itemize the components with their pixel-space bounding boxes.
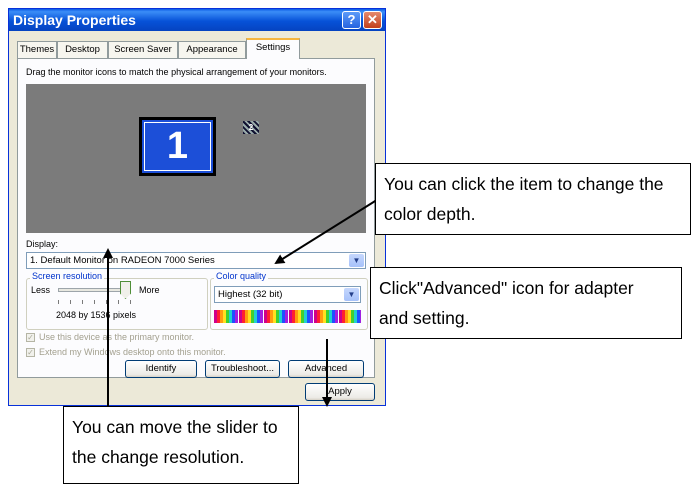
callout-color-depth-line1: You can click the item to change the: [384, 174, 664, 194]
callout-advanced-line2: and setting.: [379, 308, 470, 328]
callout-slider: You can move the slider to the change re…: [63, 406, 299, 484]
callout-advanced: Click"Advanced" icon for adapter and set…: [370, 267, 682, 339]
callout-slider-line2: the change resolution.: [72, 447, 245, 467]
callout-color-depth: You can click the item to change the col…: [375, 163, 691, 235]
callout-slider-line1: You can move the slider to: [72, 417, 278, 437]
tab-settings[interactable]: Settings: [246, 38, 300, 59]
arrow-to-color-quality: [274, 197, 381, 265]
callout-advanced-line1: Click"Advanced" icon for adapter: [379, 278, 634, 298]
callout-color-depth-line2: color depth.: [384, 204, 476, 224]
